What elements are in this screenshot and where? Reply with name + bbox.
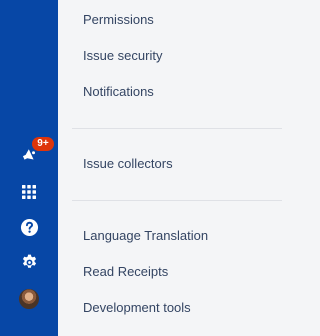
avatar[interactable] (18, 288, 40, 310)
help-icon (20, 218, 38, 236)
menu-item-permissions[interactable]: Permissions (83, 10, 154, 30)
app-switcher-icon (22, 185, 36, 199)
menu-item-development-tools[interactable]: Development tools (83, 298, 191, 318)
app-root: 9+ Permissions Issue security Notificati… (0, 0, 298, 336)
menu-item-language-translation[interactable]: Language Translation (83, 226, 208, 246)
divider (72, 200, 282, 201)
divider (72, 128, 282, 129)
menu-item-issue-security[interactable]: Issue security (83, 46, 162, 66)
menu-item-issue-collectors[interactable]: Issue collectors (83, 154, 173, 174)
settings-menu: Permissions Issue security Notifications… (58, 0, 298, 336)
menu-item-notifications[interactable]: Notifications (83, 82, 154, 102)
help-button[interactable] (19, 217, 39, 237)
global-sidebar: 9+ (0, 0, 58, 336)
menu-item-read-receipts[interactable]: Read Receipts (83, 262, 168, 282)
gear-icon (22, 254, 36, 268)
app-switcher-button[interactable] (19, 182, 39, 202)
notification-badge: 9+ (32, 137, 54, 151)
settings-button[interactable] (19, 252, 39, 272)
